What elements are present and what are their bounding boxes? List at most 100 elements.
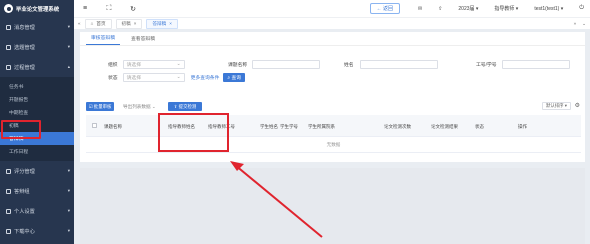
assign-check-button[interactable]: ⇪ 提交检测 (168, 102, 202, 111)
send-icon: ⇪ (173, 103, 178, 109)
column-header[interactable]: 论文检测次数 (384, 124, 411, 130)
column-header[interactable]: 学生姓名 (260, 124, 278, 130)
export-button[interactable]: 导出列表数据 ⌄ (123, 102, 156, 111)
chevron-down-icon: ▾ (67, 188, 70, 193)
gear-icon[interactable]: ⚙ (575, 102, 580, 109)
message-icon (6, 24, 11, 30)
sidebar-item-label: 评分管理 (14, 168, 35, 175)
column-header[interactable]: 操作 (518, 124, 527, 130)
sidebar-item-label: 答辩组 (14, 188, 30, 195)
group-icon (6, 188, 11, 194)
column-header[interactable]: 论文检测结果 (431, 124, 458, 130)
sidebar-subitem-schedule[interactable]: 工作日程 (0, 145, 74, 158)
column-header[interactable]: 学生学号 (280, 124, 298, 130)
refresh-icon[interactable]: ↻ (128, 5, 138, 13)
expand-icon[interactable]: ⛶ (104, 5, 114, 13)
name-label: 姓名 (344, 62, 354, 68)
app-title: 毕业论文管理系统 (16, 6, 60, 13)
tabs-scroll-right-icon[interactable]: » (574, 21, 577, 26)
filter-staff-id: 工号/学号 (476, 59, 570, 69)
sidebar-item-label: 下载中心 (14, 228, 35, 235)
sidebar-item-label: 个人设置 (14, 208, 35, 215)
close-icon[interactable]: × (169, 21, 172, 26)
assign-check-label: 提交检测 (178, 103, 197, 109)
more-filters-link[interactable]: 更多查询条件 (191, 74, 220, 81)
filter-status: 状态 请选择 ⌄ 更多查询条件 ⌕ 查询 (108, 72, 246, 82)
chevron-down-icon: ⌄ (151, 103, 156, 109)
tab-defense[interactable]: 答辩稿 × (146, 18, 178, 29)
select-all-checkbox[interactable] (92, 123, 97, 128)
mail-icon[interactable]: ✉ (418, 6, 422, 12)
score-icon (6, 168, 11, 174)
topic-input[interactable] (252, 59, 321, 69)
chevron-down-icon: ▾ (67, 24, 70, 29)
bulk-review-button[interactable]: ☑ 批量审核 (86, 102, 114, 111)
sidebar-subitem-midterm[interactable]: 中期检查 (0, 106, 74, 119)
tab-label: 首页 (96, 20, 106, 26)
group-select-value: 请选择 (126, 62, 142, 68)
tab-label: 答辩稿 (152, 20, 167, 26)
staff-label: 工号/学号 (476, 62, 497, 68)
year-selector[interactable]: 2023届 ▾ (458, 5, 478, 12)
upload-icon[interactable]: ⇧ (438, 6, 442, 12)
column-header[interactable]: 状态 (475, 124, 484, 130)
main-panel: 审核答辩稿 查看答辩稿 组织 请选择 ⌄ 课题名称 姓名 工号/学号 状态 请选择… (80, 32, 585, 162)
sidebar-subitem-proposal[interactable]: 开题报告 (0, 93, 74, 106)
page-background-lower (80, 168, 585, 244)
chevron-down-icon: ⌄ (176, 61, 181, 67)
export-label: 导出列表数据 (123, 103, 151, 109)
tabs-scroll-left-icon[interactable]: « (78, 21, 81, 26)
role-selector[interactable]: 指导教师 ▾ (494, 5, 518, 12)
app-brand: 毕业论文管理系统 (0, 0, 74, 17)
annotation-highlight-main (158, 113, 229, 152)
download-icon (6, 228, 11, 234)
sidebar-item-scoring[interactable]: 评分管理 ▾ (0, 161, 74, 181)
tab-view-defense[interactable]: 查看答辩稿 (126, 35, 160, 45)
check-icon: ☑ (88, 103, 93, 109)
group-select[interactable]: 请选择 ⌄ (122, 59, 185, 69)
chevron-down-icon: ▾ (67, 208, 70, 213)
menu-icon[interactable]: ≡ (80, 5, 90, 12)
name-input[interactable] (359, 59, 438, 69)
page-tabs: « ⌂ 首页 初稿 × 答辩稿 × » ⌄ (74, 17, 590, 29)
sidebar-item-topics[interactable]: 选题管理 ▾ (0, 37, 74, 57)
home-icon: ⌂ (90, 21, 94, 26)
sidebar-item-process[interactable]: 过程管理 ▴ (0, 57, 74, 77)
staff-input[interactable] (501, 59, 570, 69)
topic-icon (6, 44, 11, 50)
close-icon[interactable]: × (134, 21, 137, 26)
tab-home[interactable]: ⌂ 首页 (84, 18, 112, 29)
sort-select[interactable]: 默认排序 ▾ (542, 102, 571, 110)
tab-draft[interactable]: 初稿 × (115, 18, 143, 29)
return-button[interactable]: ← 返回 (369, 3, 400, 14)
status-select-value: 请选择 (126, 75, 142, 81)
user-icon (6, 208, 11, 214)
process-icon (6, 64, 11, 70)
top-bar: ≡ ⛶ ↻ ← 返回 ✉ ⇧ 2023届 ▾ 指导教师 ▾ test1(test… (74, 0, 590, 17)
sidebar-item-settings[interactable]: 个人设置 ▾ (0, 201, 74, 221)
tab-review-defense[interactable]: 审核答辩稿 (86, 34, 120, 45)
sidebar-item-label: 选题管理 (14, 44, 35, 51)
tabs-menu-icon[interactable]: ⌄ (582, 21, 586, 27)
chevron-down-icon: ▾ (67, 228, 70, 233)
sidebar-item-messages[interactable]: 消息管理 ▾ (0, 17, 74, 37)
power-icon[interactable]: ⏻ (579, 5, 584, 12)
filter-name: 姓名 (344, 59, 438, 69)
filter-topic: 课题名称 (228, 59, 321, 69)
topic-label: 课题名称 (228, 62, 248, 68)
sort-select-value: 默认排序 ▾ (546, 103, 567, 108)
sidebar-item-download[interactable]: 下载中心 ▾ (0, 221, 74, 241)
column-header[interactable]: 学生所属院系 (308, 124, 335, 130)
bulk-review-label: 批量审核 (93, 103, 112, 109)
group-label: 组织 (108, 62, 118, 68)
query-button[interactable]: ⌕ 查询 (223, 72, 246, 82)
status-label: 状态 (108, 75, 118, 81)
filter-group: 组织 请选择 ⌄ (108, 59, 185, 69)
sidebar-item-defense-group[interactable]: 答辩组 ▾ (0, 181, 74, 201)
user-menu[interactable]: test1(test1) ▾ (534, 6, 563, 12)
sidebar-subitem-task[interactable]: 任务书 (0, 80, 74, 93)
chevron-down-icon: ⌄ (176, 74, 181, 80)
column-header[interactable]: 课题名称 (104, 124, 122, 130)
status-select[interactable]: 请选择 ⌄ (122, 72, 185, 82)
annotation-highlight-sidebar (1, 120, 41, 139)
